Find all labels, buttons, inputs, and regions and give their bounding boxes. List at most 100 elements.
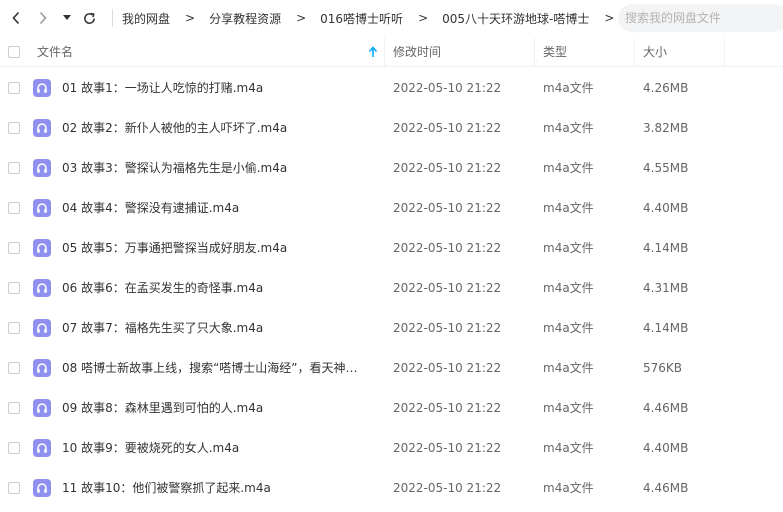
- column-divider[interactable]: [634, 38, 635, 66]
- file-row[interactable]: 06 故事6：在孟买发生的奇怪事.m4a 2022-05-10 21:22 m4…: [0, 268, 783, 308]
- file-name[interactable]: 03 故事3：警探认为福格先生是小偷.m4a: [62, 148, 287, 188]
- file-checkbox[interactable]: [8, 162, 20, 174]
- file-checkbox[interactable]: [8, 482, 20, 494]
- file-name[interactable]: 02 故事2：新仆人被他的主人吓坏了.m4a: [62, 108, 287, 148]
- file-checkbox[interactable]: [8, 242, 20, 254]
- audio-file-icon: [33, 319, 51, 337]
- file-type: m4a文件: [543, 281, 594, 295]
- file-checkbox[interactable]: [8, 362, 20, 374]
- file-type: m4a文件: [543, 161, 594, 175]
- file-name[interactable]: 04 故事4：警探没有逮捕证.m4a: [62, 188, 239, 228]
- file-modified: 2022-05-10 21:22: [393, 201, 502, 215]
- file-size: 4.46MB: [643, 481, 689, 495]
- file-size: 3.82MB: [643, 121, 689, 135]
- file-list-header: 文件名 修改时间 类型 大小: [0, 38, 783, 67]
- headphones-icon: [37, 83, 47, 93]
- file-name[interactable]: 11 故事10：他们被警察抓了起来.m4a: [62, 468, 271, 508]
- column-divider[interactable]: [384, 38, 385, 66]
- toolbar: 我的网盘 > 分享教程资源 > 016嗒博士听听 > 005八十天环游地球-嗒博…: [0, 0, 783, 36]
- file-modified: 2022-05-10 21:22: [393, 441, 502, 455]
- file-size: 4.31MB: [643, 281, 689, 295]
- audio-file-icon: [33, 439, 51, 457]
- file-row[interactable]: 04 故事4：警探没有逮捕证.m4a 2022-05-10 21:22 m4a文…: [0, 188, 783, 228]
- file-size: 4.46MB: [643, 401, 689, 415]
- file-row[interactable]: 10 故事9：要被烧死的女人.m4a 2022-05-10 21:22 m4a文…: [0, 428, 783, 468]
- file-row[interactable]: 07 故事7：福格先生买了只大象.m4a 2022-05-10 21:22 m4…: [0, 308, 783, 348]
- breadcrumb-item-share[interactable]: 分享教程资源: [209, 10, 281, 27]
- forward-button[interactable]: [34, 8, 52, 28]
- file-checkbox[interactable]: [8, 282, 20, 294]
- file-checkbox[interactable]: [8, 442, 20, 454]
- file-checkbox[interactable]: [8, 202, 20, 214]
- audio-file-icon: [33, 199, 51, 217]
- audio-file-icon: [33, 279, 51, 297]
- column-divider[interactable]: [724, 38, 725, 66]
- file-type: m4a文件: [543, 121, 594, 135]
- headphones-icon: [37, 283, 47, 293]
- column-header-modified[interactable]: 修改时间: [393, 38, 441, 66]
- breadcrumb-item-current[interactable]: 005八十天环游地球-嗒博士: [442, 10, 589, 27]
- sort-ascending-icon[interactable]: [368, 45, 378, 59]
- file-size: 4.14MB: [643, 321, 689, 335]
- column-header-size[interactable]: 大小: [643, 38, 667, 66]
- headphones-icon: [37, 323, 47, 333]
- back-button[interactable]: [7, 8, 25, 28]
- file-name[interactable]: 01 故事1：一场让人吃惊的打赌.m4a: [62, 68, 263, 108]
- file-row[interactable]: 08 嗒博士新故事上线，搜索“嗒博士山海经”，看天神… 2022-05-10 2…: [0, 348, 783, 388]
- refresh-button[interactable]: [80, 8, 98, 28]
- audio-file-icon: [33, 119, 51, 137]
- file-checkbox[interactable]: [8, 122, 20, 134]
- headphones-icon: [37, 483, 47, 493]
- file-type: m4a文件: [543, 481, 594, 495]
- breadcrumb-arrow: >: [418, 11, 429, 25]
- file-name[interactable]: 06 故事6：在孟买发生的奇怪事.m4a: [62, 268, 263, 308]
- file-modified: 2022-05-10 21:22: [393, 81, 502, 95]
- column-divider[interactable]: [534, 38, 535, 66]
- audio-file-icon: [33, 359, 51, 377]
- search-box: [618, 4, 783, 32]
- breadcrumb: 我的网盘 > 分享教程资源 > 016嗒博士听听 > 005八十天环游地球-嗒博…: [112, 0, 628, 36]
- file-modified: 2022-05-10 21:22: [393, 481, 502, 495]
- file-modified: 2022-05-10 21:22: [393, 121, 502, 135]
- caret-down-icon: [63, 15, 71, 20]
- file-row[interactable]: 02 故事2：新仆人被他的主人吓坏了.m4a 2022-05-10 21:22 …: [0, 108, 783, 148]
- file-size: 4.40MB: [643, 201, 689, 215]
- file-name[interactable]: 10 故事9：要被烧死的女人.m4a: [62, 428, 239, 468]
- column-header-name[interactable]: 文件名: [37, 38, 73, 66]
- file-modified: 2022-05-10 21:22: [393, 401, 502, 415]
- breadcrumb-item-folder[interactable]: 016嗒博士听听: [320, 10, 403, 27]
- breadcrumb-arrow: >: [604, 11, 615, 25]
- file-modified: 2022-05-10 21:22: [393, 281, 502, 295]
- file-name[interactable]: 08 嗒博士新故事上线，搜索“嗒博士山海经”，看天神…: [62, 348, 358, 388]
- history-dropdown-button[interactable]: [60, 8, 74, 28]
- breadcrumb-item-root[interactable]: 我的网盘: [122, 10, 170, 27]
- file-size: 4.40MB: [643, 441, 689, 455]
- file-checkbox[interactable]: [8, 322, 20, 334]
- file-type: m4a文件: [543, 401, 594, 415]
- file-row[interactable]: 05 故事5：万事通把警探当成好朋友.m4a 2022-05-10 21:22 …: [0, 228, 783, 268]
- file-row[interactable]: 11 故事10：他们被警察抓了起来.m4a 2022-05-10 21:22 m…: [0, 468, 783, 508]
- select-all-checkbox[interactable]: [8, 46, 20, 58]
- headphones-icon: [37, 443, 47, 453]
- file-checkbox[interactable]: [8, 402, 20, 414]
- file-name[interactable]: 07 故事7：福格先生买了只大象.m4a: [62, 308, 263, 348]
- file-checkbox[interactable]: [8, 82, 20, 94]
- breadcrumb-arrow: >: [185, 11, 196, 25]
- file-type: m4a文件: [543, 81, 594, 95]
- file-row[interactable]: 03 故事3：警探认为福格先生是小偷.m4a 2022-05-10 21:22 …: [0, 148, 783, 188]
- headphones-icon: [37, 203, 47, 213]
- audio-file-icon: [33, 159, 51, 177]
- search-input[interactable]: [618, 4, 775, 32]
- file-modified: 2022-05-10 21:22: [393, 321, 502, 335]
- audio-file-icon: [33, 479, 51, 497]
- file-row[interactable]: 09 故事8：森林里遇到可怕的人.m4a 2022-05-10 21:22 m4…: [0, 388, 783, 428]
- file-name[interactable]: 05 故事5：万事通把警探当成好朋友.m4a: [62, 228, 287, 268]
- file-type: m4a文件: [543, 441, 594, 455]
- file-modified: 2022-05-10 21:22: [393, 161, 502, 175]
- file-modified: 2022-05-10 21:22: [393, 241, 502, 255]
- column-header-type[interactable]: 类型: [543, 38, 567, 66]
- chevron-right-icon: [39, 11, 47, 25]
- file-row[interactable]: 01 故事1：一场让人吃惊的打赌.m4a 2022-05-10 21:22 m4…: [0, 68, 783, 108]
- file-name[interactable]: 09 故事8：森林里遇到可怕的人.m4a: [62, 388, 263, 428]
- headphones-icon: [37, 123, 47, 133]
